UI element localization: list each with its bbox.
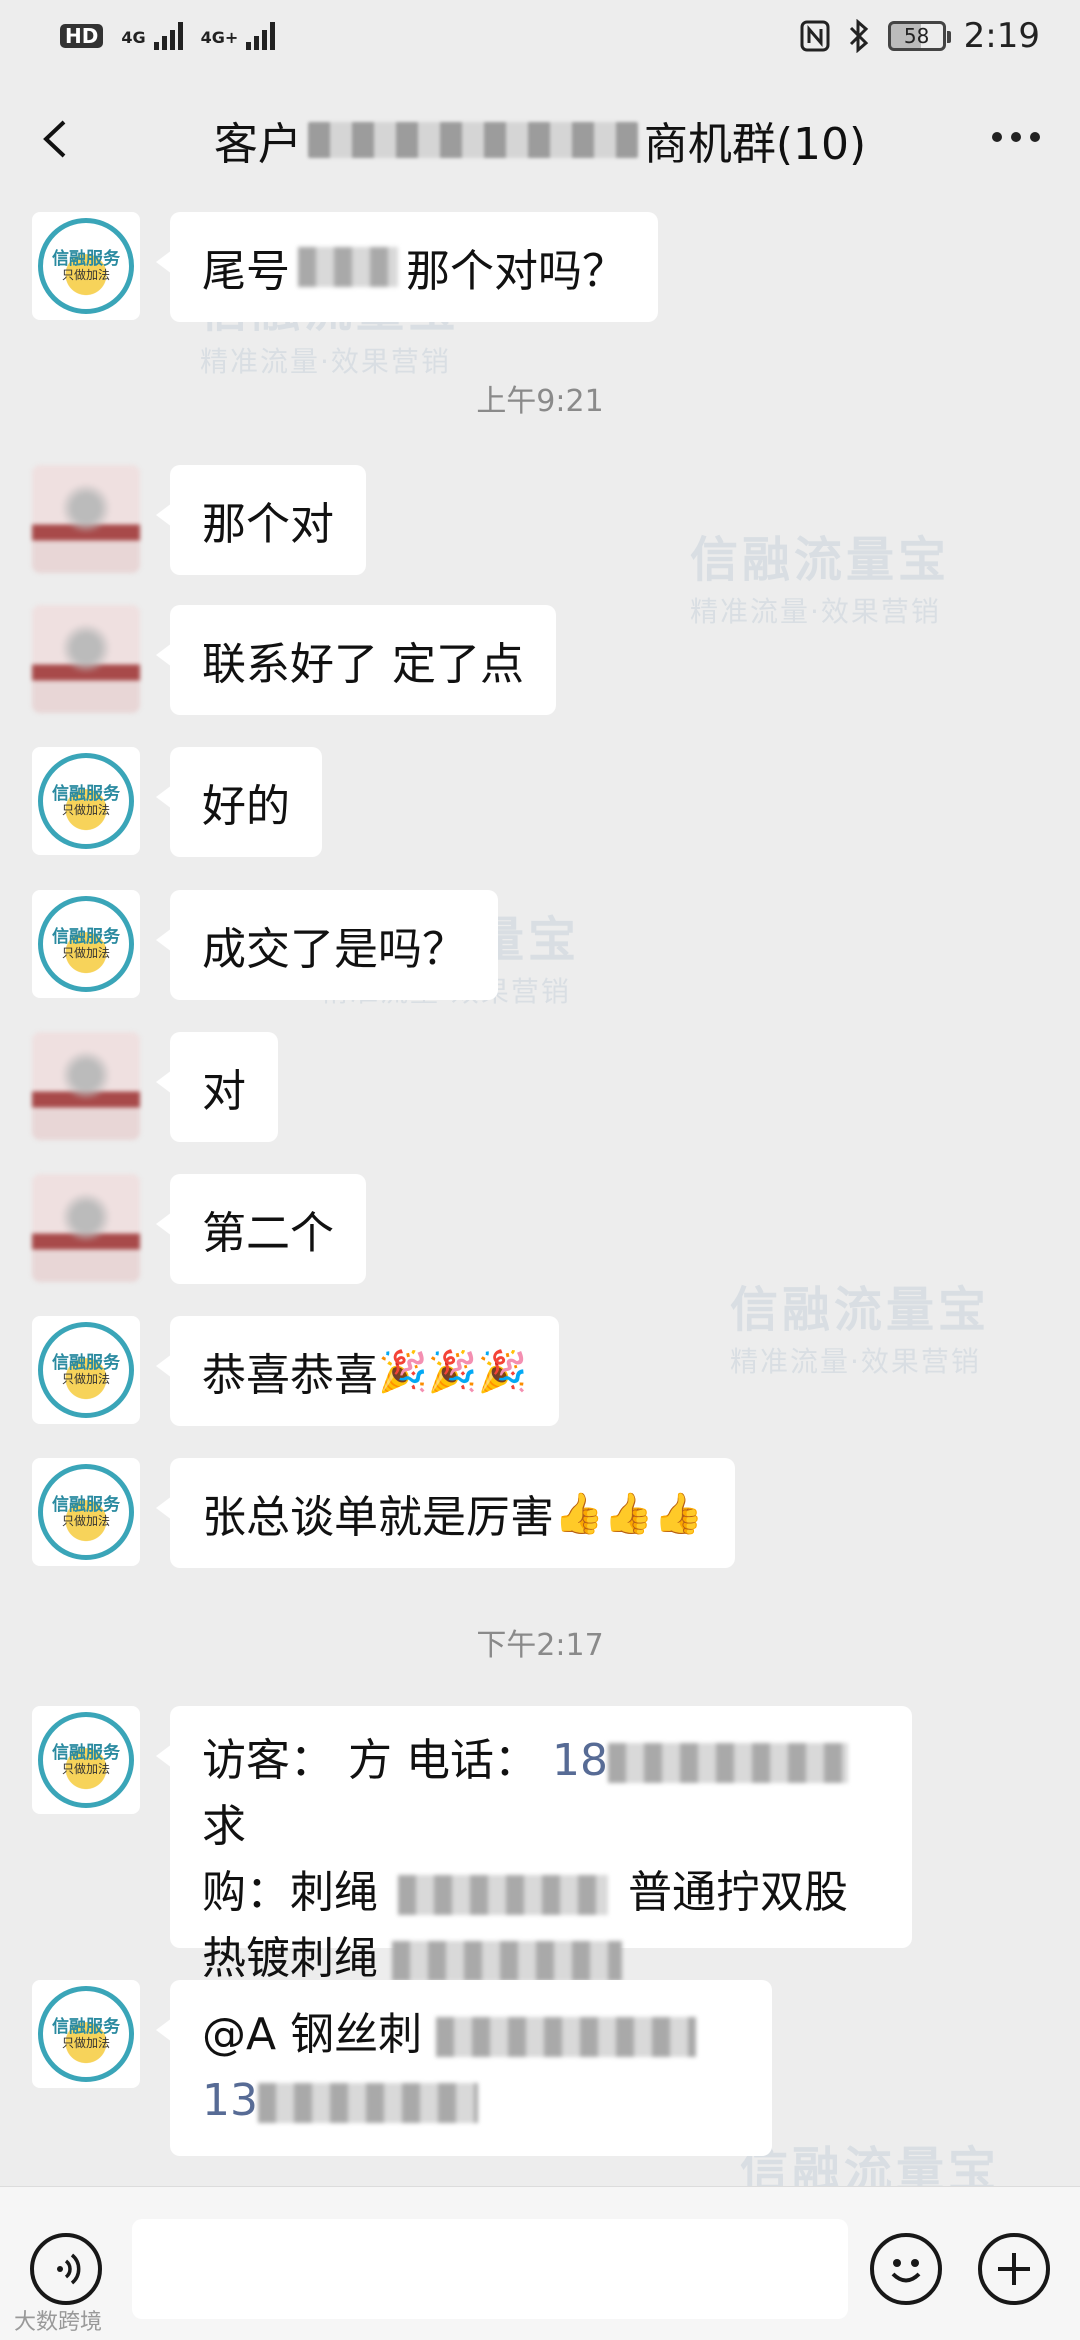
- avatar[interactable]: 信融服务 只做加法: [32, 1458, 140, 1566]
- status-left: HD 4G 4G+: [60, 22, 276, 50]
- clock: 2:19: [963, 16, 1040, 56]
- message-bubble[interactable]: 张总谈单就是厉害 👍👍👍: [155, 1458, 736, 1568]
- message-bubble[interactable]: 好的: [156, 747, 322, 857]
- message-bubble[interactable]: 访客： 方 电话： 18求 购：刺绳 普通拧双股 热镀刺绳: [156, 1706, 912, 1984]
- redacted-text: [258, 2083, 478, 2123]
- signal-icon-2: [246, 22, 276, 50]
- party-popper-emoji: 🎉🎉🎉: [378, 1348, 528, 1395]
- signal-icon-1: [153, 22, 183, 50]
- message-bubble[interactable]: 那个对: [156, 465, 366, 575]
- network-type-2: 4G+: [200, 28, 239, 47]
- message-bubble[interactable]: 成交了是吗？: [156, 890, 498, 1000]
- back-arrow-icon[interactable]: [36, 118, 78, 160]
- voice-input-icon[interactable]: [30, 2233, 102, 2305]
- message-bubble[interactable]: 第二个: [156, 1174, 366, 1284]
- timestamp: 上午9:21: [476, 384, 604, 419]
- title-suffix: 商机群(10): [643, 119, 867, 170]
- watermark: 信融流量宝精准流量·效果营销: [730, 1282, 991, 1378]
- phone-number[interactable]: 18: [552, 1735, 608, 1786]
- redacted-title: [307, 122, 638, 158]
- message-bubble[interactable]: 尾号 那个对吗？: [156, 212, 658, 322]
- battery-icon: 58: [887, 21, 951, 51]
- avatar[interactable]: [32, 605, 140, 713]
- avatar[interactable]: 信融服务 只做加法: [32, 1980, 140, 2088]
- status-bar: HD 4G 4G+ 58 2:19: [0, 0, 1080, 72]
- add-attachment-icon[interactable]: [978, 2233, 1050, 2305]
- redacted-text: [392, 1941, 622, 1981]
- avatar[interactable]: 信融服务 只做加法: [32, 1706, 140, 1814]
- redacted-text: [298, 247, 398, 287]
- avatar[interactable]: 信融服务 只做加法: [32, 1316, 140, 1424]
- status-right: 58 2:19: [800, 16, 1040, 56]
- message-bubble[interactable]: @A 钢丝刺 13: [156, 1980, 772, 2156]
- redacted-text: [607, 1743, 848, 1783]
- redacted-text: [436, 2017, 697, 2057]
- title-prefix: 客户: [213, 119, 302, 170]
- timestamp: 下午2:17: [476, 1628, 604, 1663]
- corner-watermark: 大数跨境: [14, 2310, 103, 2335]
- avatar[interactable]: 信融服务 只做加法: [32, 747, 140, 855]
- redacted-text: [398, 1875, 608, 1915]
- more-options-icon[interactable]: [992, 132, 1040, 142]
- avatar[interactable]: 信融服务 只做加法: [32, 212, 140, 320]
- input-bar: [0, 2186, 1080, 2340]
- chat-header: 客户 商机群(10): [0, 80, 1080, 200]
- message-input[interactable]: [132, 2219, 848, 2319]
- hd-badge: HD: [60, 24, 104, 48]
- network-type-1: 4G: [121, 28, 146, 47]
- message-bubble[interactable]: 联系好了 定了点: [156, 605, 556, 715]
- nfc-icon: [800, 20, 830, 52]
- avatar[interactable]: 信融服务 只做加法: [32, 890, 140, 998]
- emoji-icon[interactable]: [870, 2233, 942, 2305]
- thumbs-up-emoji: 👍👍👍: [554, 1490, 704, 1537]
- message-bubble[interactable]: 对: [156, 1032, 278, 1142]
- watermark: 信融流量宝精准流量·效果营销: [690, 532, 951, 628]
- avatar[interactable]: [32, 465, 140, 573]
- avatar[interactable]: [32, 1174, 140, 1282]
- avatar[interactable]: [32, 1032, 140, 1140]
- message-bubble[interactable]: 恭喜恭喜 🎉🎉🎉: [155, 1316, 560, 1426]
- chat-title: 客户 商机群(10): [214, 108, 866, 172]
- bluetooth-icon: [849, 19, 868, 53]
- phone-number[interactable]: 13: [202, 2075, 258, 2126]
